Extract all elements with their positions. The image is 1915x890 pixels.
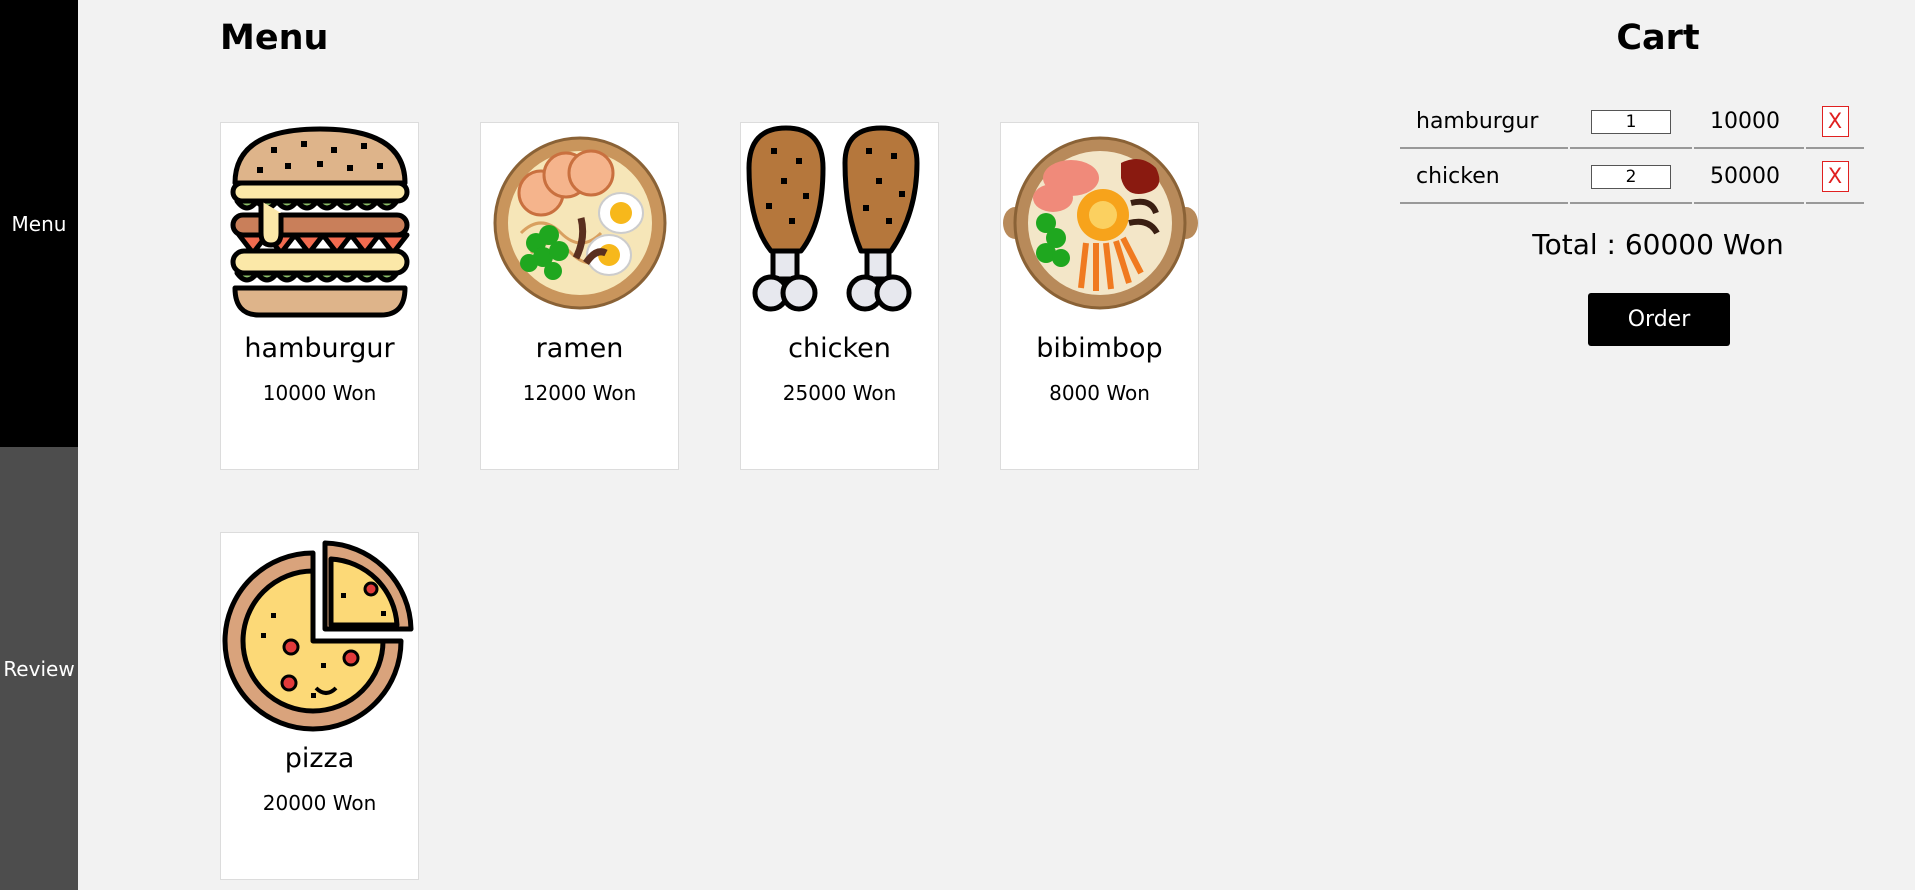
menu-item-name: pizza (284, 743, 355, 774)
cart-item-name: hamburgur (1400, 96, 1568, 149)
ramen-icon (481, 123, 680, 323)
cart-item-qty-cell (1570, 96, 1692, 149)
cart-item-price: 10000 (1694, 96, 1804, 149)
sidebar: Menu Review (0, 0, 78, 890)
menu-item-name: ramen (535, 333, 624, 364)
cart-item-remove-cell: X (1806, 96, 1864, 149)
chicken-icon (741, 123, 940, 323)
menu-card-chicken[interactable]: chicken 25000 Won (740, 122, 939, 470)
menu-card-pizza[interactable]: pizza 20000 Won (220, 532, 419, 880)
menu-item-name: hamburgur (244, 333, 395, 364)
sidebar-item-label: Menu (11, 211, 67, 236)
cart-item-name: chicken (1400, 151, 1568, 204)
cart-title: Cart (1616, 18, 1700, 58)
menu-card-ramen[interactable]: ramen 12000 Won (480, 122, 679, 470)
bibimbap-icon (1001, 123, 1200, 323)
sidebar-item-review[interactable]: Review (0, 447, 78, 890)
cart-item-qty-cell (1570, 151, 1692, 204)
cart-item-price: 50000 (1694, 151, 1804, 204)
order-button[interactable]: Order (1588, 293, 1730, 346)
quantity-input[interactable] (1591, 109, 1671, 134)
hamburger-icon (221, 123, 420, 323)
menu-item-price: 25000 Won (782, 381, 897, 405)
sidebar-item-label: Review (3, 656, 75, 681)
menu-item-price: 8000 Won (1049, 381, 1150, 405)
menu-item-name: bibimbop (1036, 333, 1163, 364)
menu-title: Menu (220, 18, 329, 58)
remove-item-button[interactable]: X (1821, 161, 1849, 192)
menu-card-hamburgur[interactable]: hamburgur 10000 Won (220, 122, 419, 470)
menu-item-price: 10000 Won (262, 381, 377, 405)
menu-card-bibimbop[interactable]: bibimbop 8000 Won (1000, 122, 1199, 470)
menu-item-price: 20000 Won (262, 791, 377, 815)
cart-item-remove-cell: X (1806, 151, 1864, 204)
quantity-input[interactable] (1591, 164, 1671, 189)
menu-item-price: 12000 Won (522, 381, 637, 405)
remove-item-button[interactable]: X (1821, 106, 1849, 137)
sidebar-item-menu[interactable]: Menu (0, 0, 78, 447)
menu-item-name: chicken (788, 333, 891, 364)
pizza-icon (221, 533, 420, 733)
cart-total: Total : 60000 Won (1532, 228, 1784, 261)
